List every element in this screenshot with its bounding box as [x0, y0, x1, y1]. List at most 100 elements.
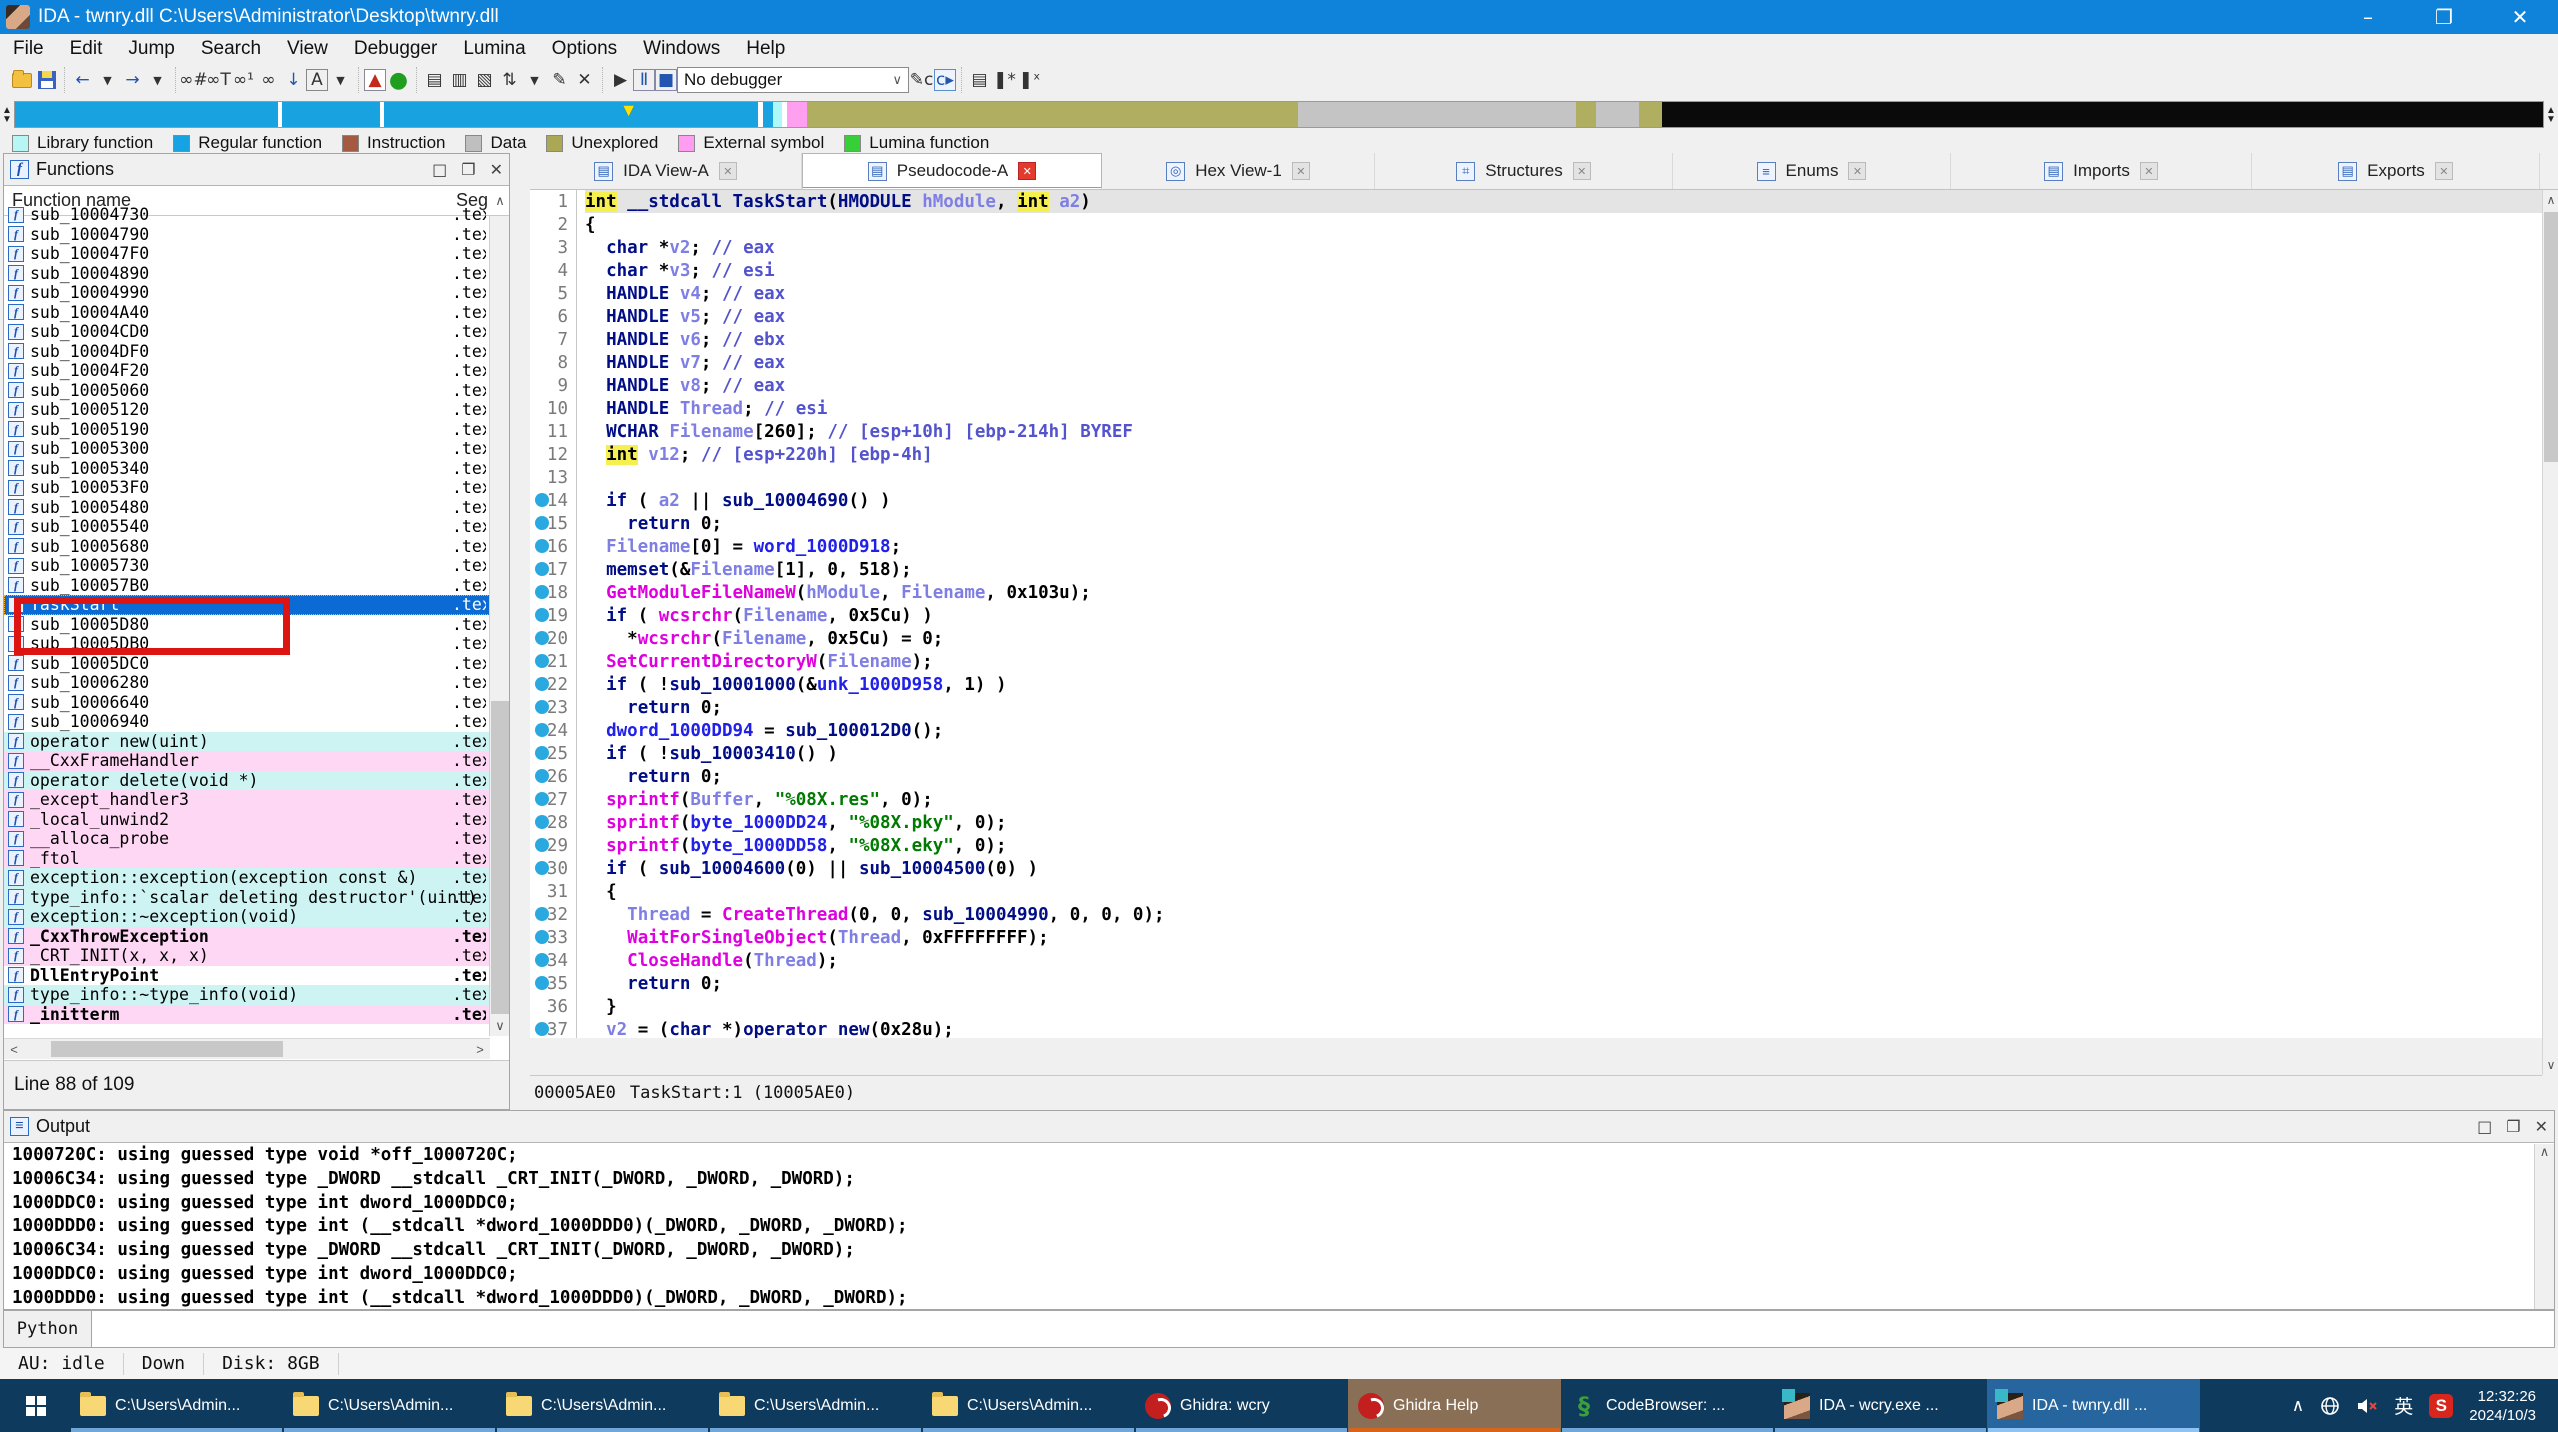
- code-line[interactable]: 25 if ( !sub_10003410() ): [530, 742, 2542, 765]
- delete-breakpoint-icon[interactable]: ❚ˣ: [1017, 68, 1042, 93]
- taskbar-item-codebrowser-[interactable]: §CodeBrowser: ...: [1561, 1379, 1774, 1432]
- scrollbar-thumb[interactable]: [2544, 212, 2558, 462]
- tab-close-icon[interactable]: ✕: [719, 162, 737, 180]
- tray-chevron-up-icon[interactable]: ∧: [2292, 1396, 2304, 1416]
- create-struct-icon[interactable]: ▧: [472, 68, 497, 93]
- patch-icon[interactable]: ✎: [547, 68, 572, 93]
- function-row[interactable]: fexception::~exception(void).tex: [4, 907, 490, 927]
- function-row[interactable]: fsub_10004CD0.tex: [4, 322, 490, 342]
- code-line[interactable]: 12 int v12; // [esp+220h] [ebp-4h]: [530, 443, 2542, 466]
- ime-language-indicator[interactable]: 英: [2394, 1392, 2413, 1419]
- function-row[interactable]: fsub_10004DF0.tex: [4, 342, 490, 362]
- code-line[interactable]: 16 Filename[0] = word_1000D918;: [530, 535, 2542, 558]
- search-number-icon[interactable]: ∞#: [181, 68, 206, 93]
- function-row[interactable]: fsub_10006940.tex: [4, 712, 490, 732]
- function-row[interactable]: fsub_10006640.tex: [4, 693, 490, 713]
- menu-item-windows[interactable]: Windows: [630, 36, 733, 62]
- debugger-select[interactable]: No debugger ∨: [677, 67, 909, 93]
- taskbar-item-c-users-admin-[interactable]: C:\Users\Admin...: [709, 1379, 922, 1432]
- code-line[interactable]: 6 HANDLE v5; // eax: [530, 305, 2542, 328]
- function-row[interactable]: fsub_10004A40.tex: [4, 303, 490, 323]
- code-line[interactable]: 2{: [530, 213, 2542, 236]
- code-line[interactable]: 7 HANDLE v6; // ebx: [530, 328, 2542, 351]
- function-row[interactable]: fsub_10005730.tex: [4, 556, 490, 576]
- code-line[interactable]: 37 v2 = (char *)operator new(0x28u);: [530, 1018, 2542, 1038]
- function-row[interactable]: fsub_10004790.tex: [4, 225, 490, 245]
- taskbar-item-ghidra-wcry[interactable]: Ghidra: wcry: [1135, 1379, 1348, 1432]
- pseudocode-view[interactable]: 1int __stdcall TaskStart(HMODULE hModule…: [530, 190, 2542, 1038]
- menu-item-edit[interactable]: Edit: [57, 36, 116, 62]
- code-line[interactable]: 4 char *v3; // esi: [530, 259, 2542, 282]
- code-line[interactable]: 23 return 0;: [530, 696, 2542, 719]
- debugger-start-icon[interactable]: ▶: [608, 68, 633, 93]
- script-file-icon[interactable]: ▤: [967, 68, 992, 93]
- lumina-icon[interactable]: ●: [386, 68, 411, 93]
- panel-maximize-icon[interactable]: □: [2477, 1117, 2492, 1136]
- code-line[interactable]: 22 if ( !sub_10001000(&unk_1000D958, 1) …: [530, 673, 2542, 696]
- code-line[interactable]: 34 CloseHandle(Thread);: [530, 949, 2542, 972]
- python-input[interactable]: [92, 1311, 2554, 1347]
- debugger-pause-icon[interactable]: Ⅱ: [633, 69, 655, 91]
- open-file-icon[interactable]: [9, 68, 34, 93]
- python-label[interactable]: Python: [4, 1311, 92, 1347]
- menu-item-help[interactable]: Help: [733, 36, 798, 62]
- ascii-dropdown-icon[interactable]: ▼: [328, 68, 353, 93]
- menu-item-file[interactable]: File: [0, 36, 57, 62]
- network-icon[interactable]: [2320, 1396, 2340, 1416]
- function-row[interactable]: fDllEntryPoint.tex: [4, 966, 490, 986]
- code-line[interactable]: 17 memset(&Filename[1], 0, 518);: [530, 558, 2542, 581]
- ida-view-icon[interactable]: ▲: [364, 69, 386, 91]
- function-row[interactable]: fsub_10005120.tex: [4, 400, 490, 420]
- code-line[interactable]: 9 HANDLE v8; // eax: [530, 374, 2542, 397]
- code-line[interactable]: 33 WaitForSingleObject(Thread, 0xFFFFFFF…: [530, 926, 2542, 949]
- panel-close-icon[interactable]: ✕: [490, 160, 503, 179]
- code-line[interactable]: 30 if ( sub_10004600(0) || sub_10004500(…: [530, 857, 2542, 880]
- tab-close-icon[interactable]: ✕: [1573, 162, 1591, 180]
- panel-close-icon[interactable]: ✕: [2535, 1117, 2548, 1136]
- scroll-up-icon[interactable]: ∧: [2543, 190, 2558, 210]
- tab-hex-view-1[interactable]: ◎Hex View-1✕: [1102, 153, 1375, 189]
- function-row[interactable]: fsub_100057B0.tex: [4, 576, 490, 596]
- menu-item-lumina[interactable]: Lumina: [450, 36, 538, 62]
- taskbar-item-ida-twnry-dll-[interactable]: IDA - twnry.dll ...: [1987, 1379, 2200, 1432]
- code-line[interactable]: 15 return 0;: [530, 512, 2542, 535]
- tab-close-icon[interactable]: ✕: [1848, 162, 1866, 180]
- code-line[interactable]: 13: [530, 466, 2542, 489]
- breakpoint-list-icon[interactable]: ❚*: [992, 68, 1017, 93]
- function-row[interactable]: fsub_10005680.tex: [4, 537, 490, 557]
- taskbar-item-ida-wcry-exe-[interactable]: IDA - wcry.exe ...: [1774, 1379, 1987, 1432]
- tab-ida-view-a[interactable]: ▤IDA View-A✕: [530, 153, 802, 189]
- code-line[interactable]: 11 WCHAR Filename[260]; // [esp+10h] [eb…: [530, 420, 2542, 443]
- panel-float-icon[interactable]: ❐: [461, 160, 475, 179]
- code-line[interactable]: 28 sprintf(byte_1000DD24, "%08X.pky", 0)…: [530, 811, 2542, 834]
- code-line[interactable]: 24 dword_1000DD94 = sub_100012D0();: [530, 719, 2542, 742]
- back-dropdown-icon[interactable]: ▼: [95, 68, 120, 93]
- create-data-icon[interactable]: ▥: [447, 68, 472, 93]
- code-line[interactable]: 3 char *v2; // eax: [530, 236, 2542, 259]
- function-row[interactable]: ftype_info::~type_info(void).tex: [4, 985, 490, 1005]
- refs-dropdown-icon[interactable]: ▼: [522, 68, 547, 93]
- function-row[interactable]: fsub_10004F20.tex: [4, 361, 490, 381]
- panel-maximize-icon[interactable]: □: [432, 160, 447, 179]
- navigation-band[interactable]: ▼: [14, 101, 2544, 128]
- search-binary-icon[interactable]: ∞: [256, 68, 281, 93]
- taskbar-item-ghidra-help[interactable]: Ghidra Help: [1348, 1379, 1561, 1432]
- scrollbar-thumb[interactable]: [491, 701, 509, 1014]
- code-line[interactable]: 35 return 0;: [530, 972, 2542, 995]
- function-row[interactable]: f_ftol.tex: [4, 849, 490, 869]
- volume-muted-icon[interactable]: [2356, 1396, 2378, 1416]
- tab-close-icon[interactable]: ✕: [2435, 162, 2453, 180]
- maximize-button[interactable]: ❐: [2406, 0, 2482, 34]
- function-row[interactable]: fexception::exception(exception const &)…: [4, 868, 490, 888]
- function-row[interactable]: f_local_unwind2.tex: [4, 810, 490, 830]
- code-line[interactable]: 26 return 0;: [530, 765, 2542, 788]
- function-row[interactable]: fsub_10004730.tex: [4, 205, 490, 225]
- pseudocode-vertical-scrollbar[interactable]: ∧ ∨: [2542, 190, 2558, 1075]
- menu-item-debugger[interactable]: Debugger: [341, 36, 450, 62]
- tab-pseudocode-a[interactable]: ▤Pseudocode-A✕: [802, 153, 1102, 189]
- minimize-button[interactable]: –: [2330, 0, 2406, 34]
- debugger-stop-icon[interactable]: ■: [655, 69, 677, 91]
- forward-dropdown-icon[interactable]: ▼: [145, 68, 170, 93]
- function-row[interactable]: fsub_10005540.tex: [4, 517, 490, 537]
- code-line[interactable]: 19 if ( wcsrchr(Filename, 0x5Cu) ): [530, 604, 2542, 627]
